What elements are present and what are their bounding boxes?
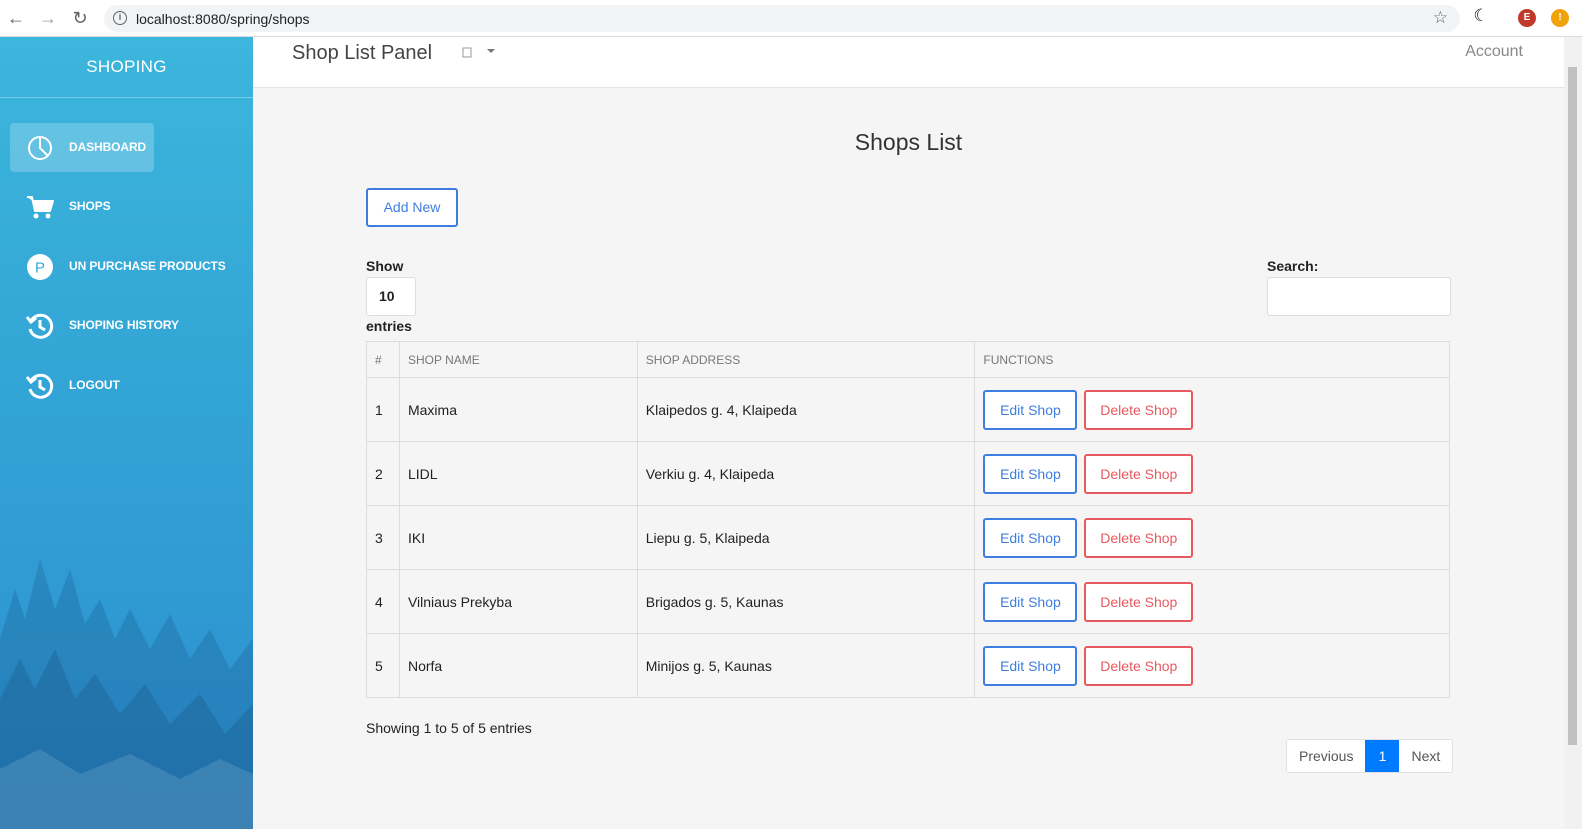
table-row: 3 IKI Liepu g. 5, Klaipeda Edit Shop Del…: [366, 505, 1450, 570]
account-link[interactable]: Account: [1465, 43, 1523, 61]
entries-label: entries: [366, 318, 412, 334]
functions-cell: Edit Shop Delete Shop: [974, 441, 1450, 506]
back-arrow-icon[interactable]: ←: [6, 8, 26, 28]
show-label: Show: [366, 258, 404, 274]
sidebar-item-label: DASHBOARD: [69, 140, 147, 154]
shop-name-cell: LIDL: [398, 441, 638, 506]
cart-icon: [27, 196, 54, 219]
row-number: 2: [366, 441, 400, 506]
brand-divider: [0, 97, 253, 98]
search-input[interactable]: [1267, 277, 1451, 316]
functions-cell: Edit Shop Delete Shop: [974, 505, 1450, 570]
sidebar: SHOPING DASHBOARD SHOPS P UN PURCHASE PR…: [0, 37, 253, 829]
sidebar-item-un-purchase-products[interactable]: P UN PURCHASE PRODUCTS: [10, 242, 226, 291]
sidebar-item-label: SHOPING HISTORY: [69, 318, 179, 332]
delete-shop-button[interactable]: Delete Shop: [1084, 517, 1194, 558]
column-header-shop-address[interactable]: SHOP ADDRESS: [636, 341, 976, 378]
edit-shop-button[interactable]: Edit Shop: [983, 517, 1078, 558]
row-number: 4: [366, 569, 400, 634]
bookmark-star-icon[interactable]: ☆: [1433, 8, 1448, 28]
panel-toggle-icon[interactable]: [461, 45, 501, 59]
address-bar[interactable]: i localhost:8080/spring/shops ☆: [104, 5, 1460, 32]
page-title: Shops List: [854, 129, 963, 155]
reload-icon[interactable]: ↻: [70, 8, 90, 28]
add-new-button[interactable]: Add New: [366, 188, 458, 227]
shop-address-cell: Liepu g. 5, Klaipeda: [636, 505, 976, 570]
table-row: 5 Norfa Minijos g. 5, Kaunas Edit Shop D…: [366, 633, 1450, 698]
delete-shop-button[interactable]: Delete Shop: [1084, 453, 1194, 494]
shop-name-cell: Vilniaus Prekyba: [398, 569, 638, 634]
sidebar-item-label: LOGOUT: [69, 378, 120, 392]
entries-per-page-select[interactable]: 10: [366, 277, 416, 316]
table-header-row: # SHOP NAME SHOP ADDRESS FUNCTIONS: [366, 341, 1450, 378]
main-content: Shop List Panel Account Shops List Add N…: [253, 37, 1582, 829]
shop-address-cell: Verkiu g. 4, Klaipeda: [636, 441, 976, 506]
moon-extension-icon[interactable]: ☾: [1472, 7, 1490, 25]
shop-address-cell: Klaipedos g. 4, Klaipeda: [636, 377, 976, 442]
sidebar-item-label: SHOPS: [69, 199, 111, 213]
parking-p-icon: P: [27, 254, 53, 280]
url-text[interactable]: localhost:8080/spring/shops: [136, 11, 310, 27]
update-alert-icon[interactable]: !: [1551, 9, 1569, 27]
table-info-text: Showing 1 to 5 of 5 entries: [366, 720, 532, 736]
panel-title[interactable]: Shop List Panel: [292, 42, 432, 65]
column-header-number[interactable]: #: [366, 341, 400, 378]
forest-background-image: [0, 559, 253, 829]
shop-address-cell: Brigados g. 5, Kaunas: [636, 569, 976, 634]
profile-avatar[interactable]: E: [1518, 9, 1536, 27]
browser-toolbar: ← → ↻ i localhost:8080/spring/shops ☆ ☾ …: [0, 0, 1582, 37]
svg-text:P: P: [35, 260, 45, 277]
sidebar-item-shoping-history[interactable]: SHOPING HISTORY: [10, 301, 179, 350]
column-header-shop-name[interactable]: SHOP NAME: [398, 341, 638, 378]
history-icon: [26, 373, 54, 399]
functions-cell: Edit Shop Delete Shop: [974, 569, 1450, 634]
delete-shop-button[interactable]: Delete Shop: [1084, 645, 1194, 686]
page-button-current[interactable]: 1: [1365, 740, 1400, 772]
edit-shop-button[interactable]: Edit Shop: [983, 453, 1078, 494]
sidebar-item-label: UN PURCHASE PRODUCTS: [69, 259, 226, 273]
page-scrollbar[interactable]: [1564, 37, 1582, 829]
edit-shop-button[interactable]: Edit Shop: [983, 389, 1078, 430]
edit-shop-button[interactable]: Edit Shop: [983, 581, 1078, 622]
row-number: 1: [366, 377, 400, 442]
shop-name-cell: IKI: [398, 505, 638, 570]
edit-shop-button[interactable]: Edit Shop: [983, 645, 1078, 686]
sidebar-item-logout[interactable]: LOGOUT: [10, 361, 154, 410]
brand-title[interactable]: SHOPING: [0, 57, 253, 77]
shop-address-cell: Minijos g. 5, Kaunas: [636, 633, 976, 698]
shop-name-cell: Maxima: [398, 377, 638, 442]
row-number: 3: [366, 505, 400, 570]
pie-chart-icon: [28, 136, 52, 160]
previous-page-button[interactable]: Previous: [1287, 740, 1365, 772]
site-info-icon[interactable]: i: [113, 11, 127, 25]
functions-cell: Edit Shop Delete Shop: [974, 377, 1450, 442]
sidebar-item-shops[interactable]: SHOPS: [10, 182, 154, 231]
shops-table: # SHOP NAME SHOP ADDRESS FUNCTIONS 1 Max…: [366, 341, 1450, 698]
pagination: Previous 1 Next: [1286, 739, 1454, 773]
top-navbar: Shop List Panel Account: [253, 37, 1564, 88]
scrollbar-thumb[interactable]: [1568, 67, 1577, 745]
row-number: 5: [366, 633, 400, 698]
table-row: 2 LIDL Verkiu g. 4, Klaipeda Edit Shop D…: [366, 441, 1450, 506]
sidebar-item-dashboard[interactable]: DASHBOARD: [10, 123, 154, 172]
table-row: 1 Maxima Klaipedos g. 4, Klaipeda Edit S…: [366, 377, 1450, 442]
delete-shop-button[interactable]: Delete Shop: [1084, 389, 1194, 430]
table-row: 4 Vilniaus Prekyba Brigados g. 5, Kaunas…: [366, 569, 1450, 634]
next-page-button[interactable]: Next: [1399, 740, 1452, 772]
forward-arrow-icon[interactable]: →: [38, 8, 58, 28]
history-icon: [26, 313, 54, 339]
functions-cell: Edit Shop Delete Shop: [974, 633, 1450, 698]
column-header-functions: FUNCTIONS: [974, 341, 1450, 378]
shop-name-cell: Norfa: [398, 633, 638, 698]
delete-shop-button[interactable]: Delete Shop: [1084, 581, 1194, 622]
search-label: Search:: [1267, 258, 1319, 274]
